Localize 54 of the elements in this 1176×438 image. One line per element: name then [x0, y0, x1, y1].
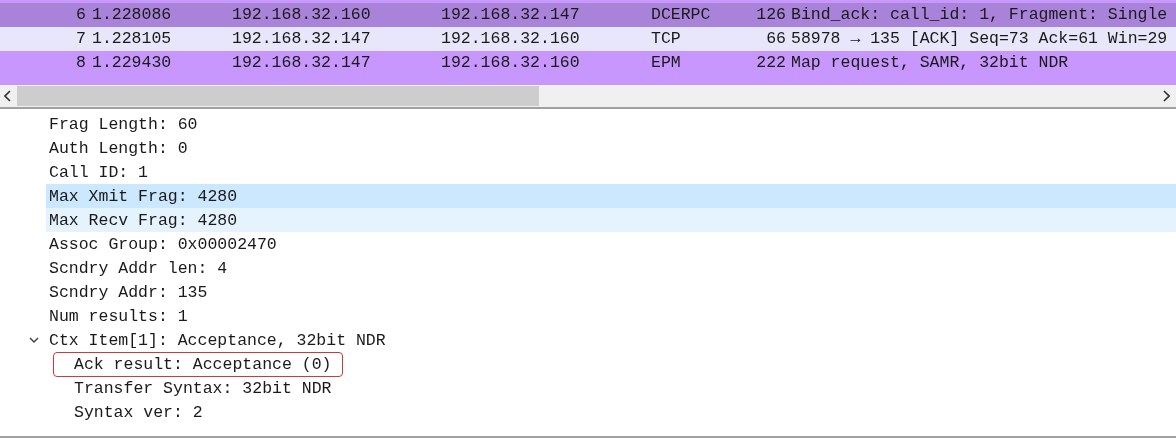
packet-protocol: EPM — [651, 52, 682, 74]
detail-text: Transfer Syntax: 32bit NDR — [74, 378, 332, 398]
detail-text: Max Xmit Frag: 4280 — [49, 186, 238, 206]
packet-time: 1.228105 — [91, 28, 173, 50]
packet-protocol: TCP — [651, 28, 682, 50]
detail-text: Auth Length: 0 — [49, 138, 188, 158]
packet-length: 66 — [765, 28, 786, 50]
detail-row[interactable]: Assoc Group: 0x00002470 — [46, 232, 1176, 256]
detail-row[interactable]: Max Recv Frag: 4280 — [46, 208, 1176, 232]
scroll-left-icon[interactable] — [4, 90, 12, 102]
highlight-box: Ack result: Acceptance (0) — [53, 351, 344, 377]
horizontal-scrollbar[interactable] — [0, 85, 1176, 109]
detail-row[interactable]: Transfer Syntax: 32bit NDR — [46, 376, 1176, 400]
detail-text: Assoc Group: 0x00002470 — [49, 234, 277, 254]
detail-text: Ctx Item[1]: Acceptance, 32bit NDR — [49, 330, 386, 350]
detail-row[interactable]: Max Xmit Frag: 4280 — [46, 184, 1176, 208]
packet-number: 8 — [75, 52, 86, 74]
packet-source: 192.168.32.147 — [232, 28, 372, 50]
packet-protocol: DCERPC — [651, 4, 712, 26]
chevron-down-icon[interactable] — [29, 337, 39, 344]
detail-text: Num results: 1 — [49, 306, 188, 326]
scrollbar-thumb[interactable] — [17, 86, 539, 106]
packet-source: 192.168.32.160 — [232, 4, 372, 26]
packet-row[interactable]: 6 1.228086 192.168.32.160 192.168.32.147 DCERPC 126 Bind_ack: call_id: 1, Fragment: Single — [0, 3, 1176, 27]
packet-destination: 192.168.32.147 — [441, 4, 581, 26]
detail-text: Syntax ver: 2 — [74, 402, 203, 422]
detail-row[interactable]: Ack result: Acceptance (0) — [46, 352, 1176, 376]
detail-text: Frag Length: 60 — [49, 114, 198, 134]
packet-time: 1.229430 — [91, 52, 173, 74]
detail-text: Call ID: 1 — [49, 162, 149, 182]
packet-time: 1.228086 — [91, 4, 173, 26]
packet-number: 6 — [75, 4, 86, 26]
packet-number: 7 — [75, 28, 86, 50]
packet-destination: 192.168.32.160 — [441, 52, 581, 74]
detail-row[interactable]: Scndry Addr: 135 — [46, 280, 1176, 304]
packet-info: 58978 → 135 [ACK] Seq=73 Ack=61 Win=29 — [790, 28, 1169, 50]
scroll-right-icon[interactable] — [1162, 90, 1170, 102]
detail-text: Max Recv Frag: 4280 — [49, 210, 238, 230]
detail-row[interactable]: Syntax ver: 2 — [46, 400, 1176, 424]
detail-row[interactable]: Frag Length: 60 — [46, 112, 1176, 136]
detail-text: Scndry Addr len: 4 — [49, 258, 228, 278]
packet-length: 126 — [755, 4, 786, 26]
detail-text: Scndry Addr: 135 — [49, 282, 208, 302]
detail-row[interactable]: Scndry Addr len: 4 — [46, 256, 1176, 280]
packet-info: Map request, SAMR, 32bit NDR — [790, 52, 1070, 74]
detail-row[interactable]: Call ID: 1 — [46, 160, 1176, 184]
packet-destination: 192.168.32.160 — [441, 28, 581, 50]
packet-length: 222 — [755, 52, 786, 74]
detail-row[interactable]: Auth Length: 0 — [46, 136, 1176, 160]
detail-row[interactable]: Num results: 1 — [46, 304, 1176, 328]
detail-row[interactable]: Ctx Item[1]: Acceptance, 32bit NDR — [46, 328, 1176, 352]
packet-info: Bind_ack: call_id: 1, Fragment: Single — [790, 4, 1169, 26]
packet-row[interactable]: 7 1.228105 192.168.32.147 192.168.32.160 TCP 66 58978 → 135 [ACK] Seq=73 Ack=61 Win=29 — [0, 27, 1176, 51]
packet-source: 192.168.32.147 — [232, 52, 372, 74]
